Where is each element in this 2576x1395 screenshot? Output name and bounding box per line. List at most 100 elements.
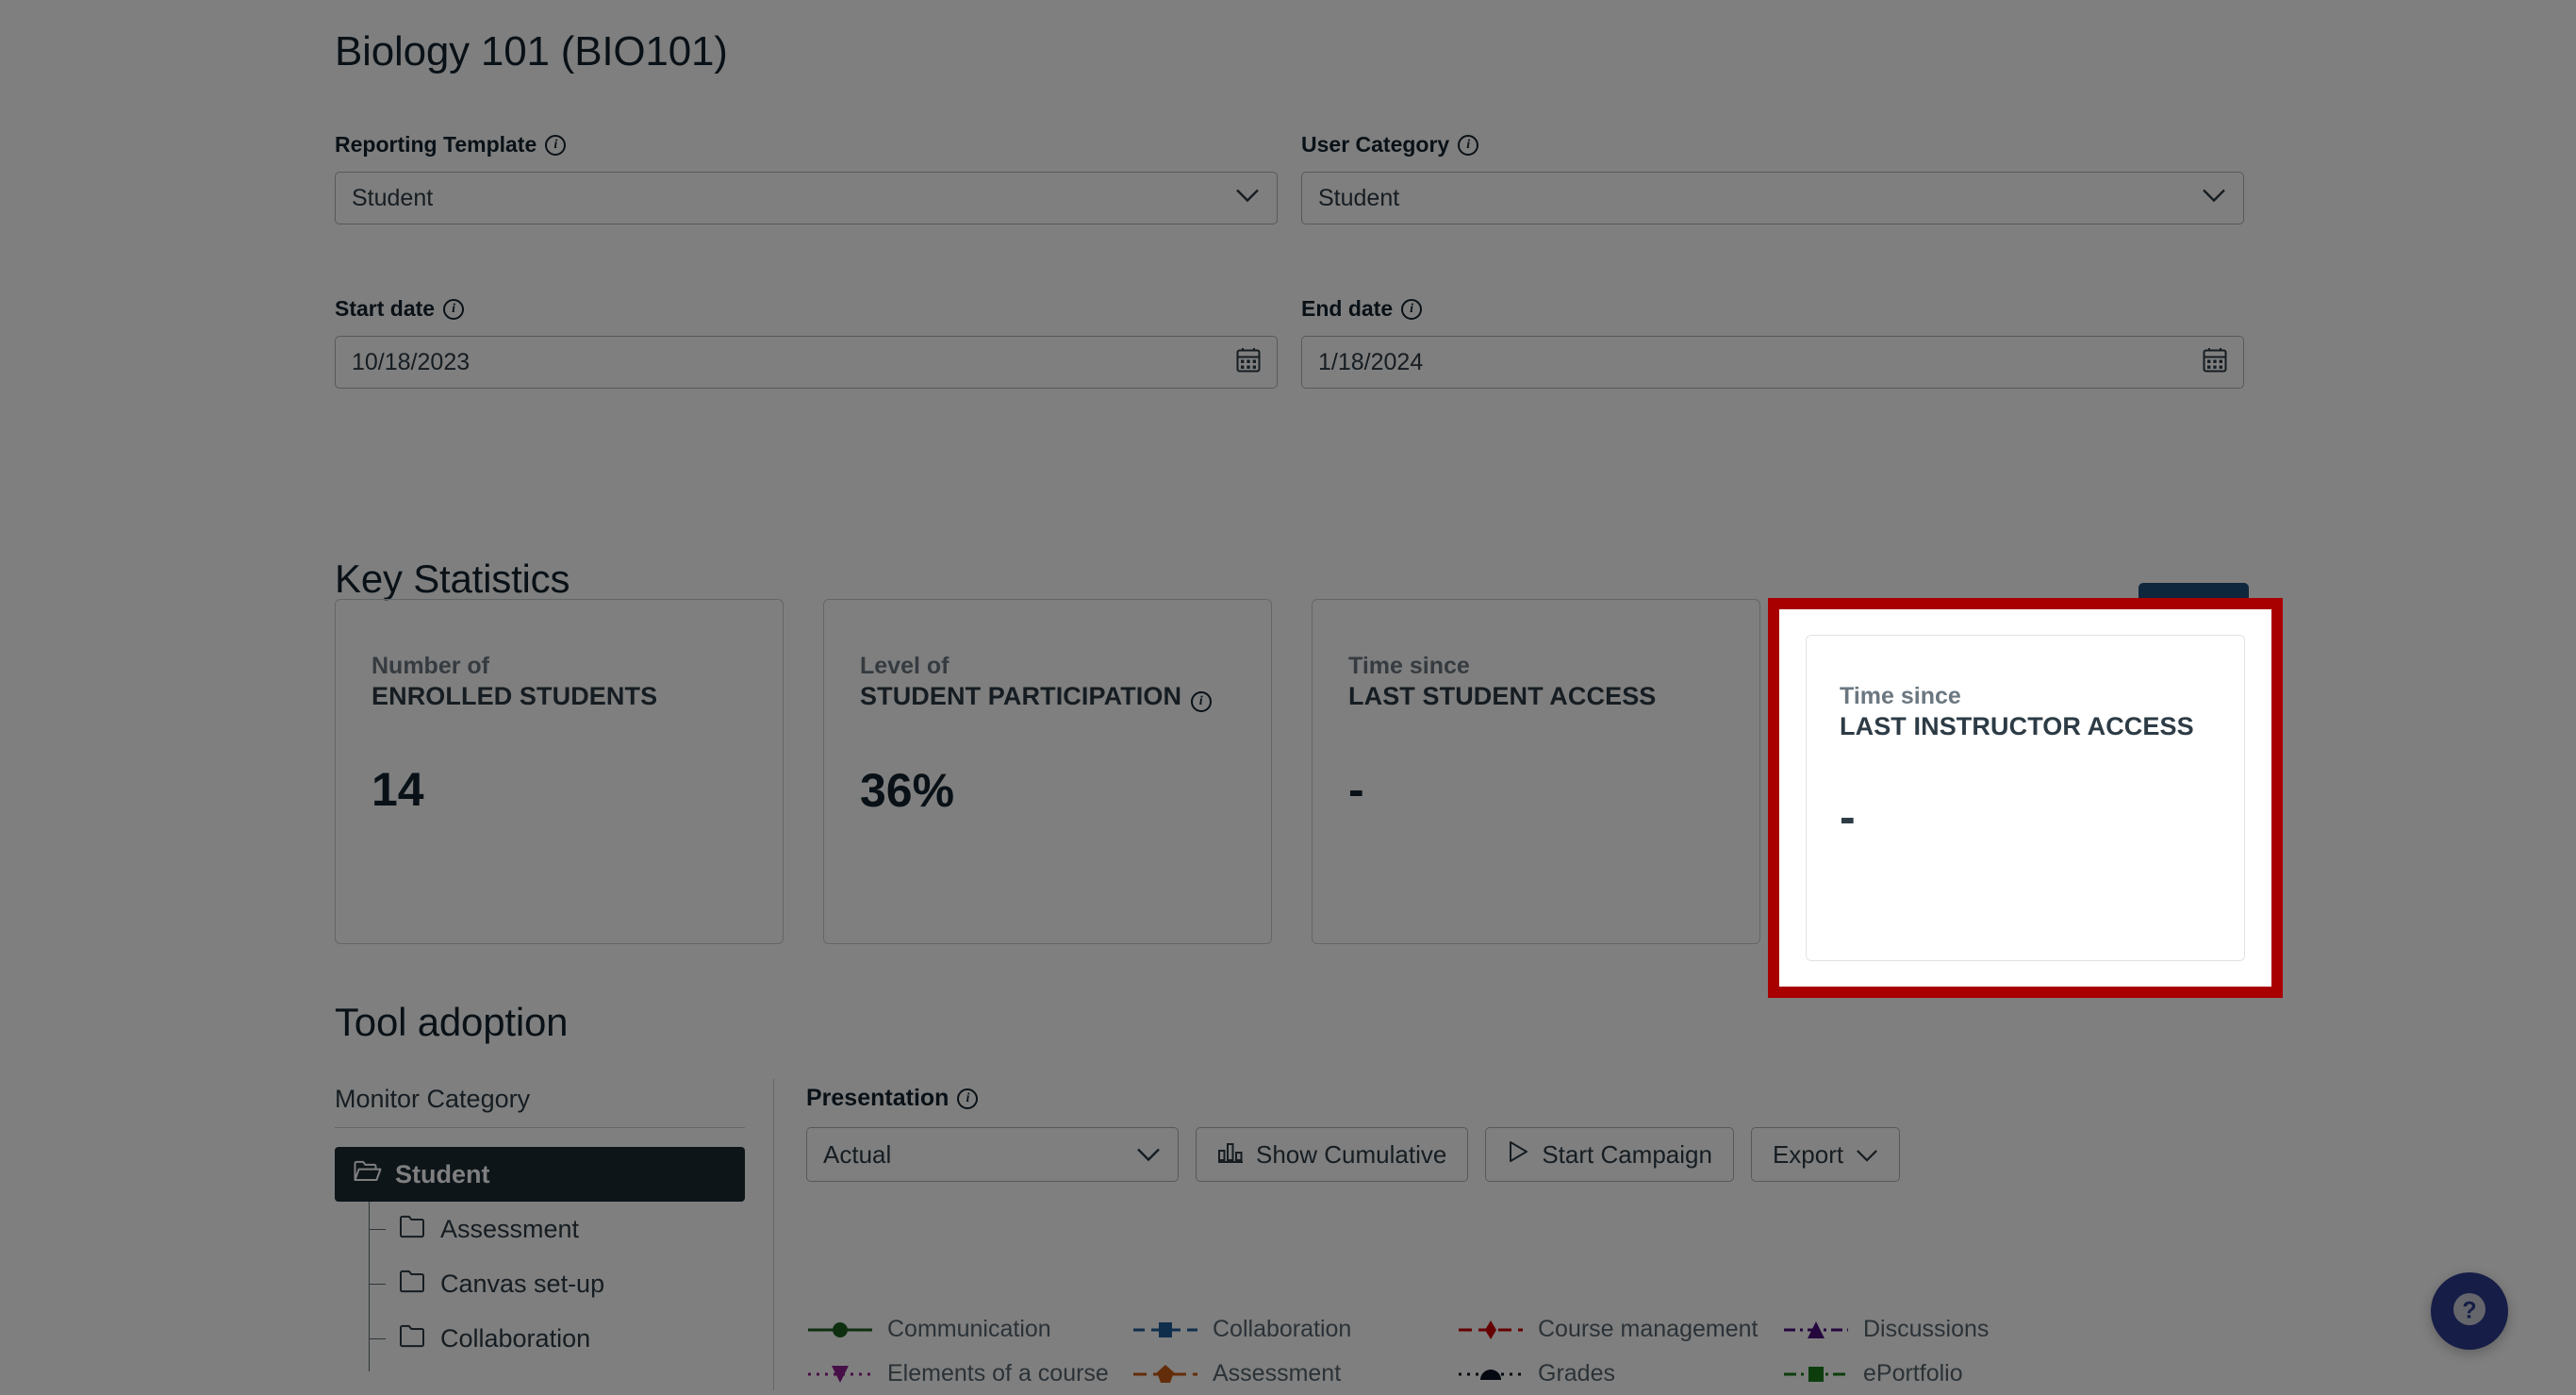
info-icon[interactable]: i bbox=[443, 298, 465, 320]
divider bbox=[335, 1127, 745, 1128]
tool-adoption-heading: Tool adoption bbox=[335, 1000, 569, 1044]
show-cumulative-label: Show Cumulative bbox=[1256, 1139, 1447, 1169]
presentation-label: Presentation i bbox=[806, 1085, 2249, 1112]
legend-item[interactable]: Communication bbox=[806, 1307, 1131, 1352]
calendar-icon[interactable] bbox=[2203, 347, 2227, 378]
chevron-down-icon bbox=[1235, 189, 1260, 208]
user-category-label-text: User Category bbox=[1301, 132, 1450, 157]
tree-item-collaboration[interactable]: Collaboration bbox=[335, 1311, 745, 1366]
stat-card-last-student-access[interactable]: Time since LAST STUDENT ACCESS - bbox=[1312, 599, 1760, 944]
legend-label: ePortfolio bbox=[1863, 1360, 1963, 1387]
legend-label: Collaboration bbox=[1213, 1316, 1352, 1342]
reporting-template-label: Reporting Template i bbox=[335, 132, 1278, 158]
play-icon bbox=[1507, 1139, 1529, 1171]
start-date-label-text: Start date bbox=[335, 296, 436, 321]
legend-marker-assessment bbox=[1131, 1363, 1199, 1386]
folder-icon bbox=[399, 1323, 427, 1354]
monitor-category-tree: Student Assessment Canvas set-up Collabo… bbox=[335, 1147, 745, 1371]
info-icon[interactable]: i bbox=[1458, 134, 1479, 156]
stat-card-student-participation[interactable]: Level of STUDENT PARTICIPATION i 36% bbox=[823, 599, 1272, 944]
start-date-value: 10/18/2023 bbox=[352, 348, 471, 375]
legend-item[interactable]: Elements of a course bbox=[806, 1352, 1131, 1395]
chevron-down-icon bbox=[1856, 1140, 1878, 1170]
legend-item[interactable]: Collaboration bbox=[1131, 1307, 1457, 1352]
info-icon[interactable]: i bbox=[1401, 298, 1423, 320]
stat-card-subtitle: Level of bbox=[860, 653, 949, 679]
info-icon[interactable]: i bbox=[1190, 690, 1212, 712]
tree-item-label: Canvas set-up bbox=[440, 1269, 605, 1298]
stat-card-title: STUDENT PARTICIPATION i bbox=[860, 681, 1235, 712]
folder-icon bbox=[399, 1269, 427, 1300]
reporting-template-select[interactable]: Student bbox=[335, 172, 1278, 224]
vertical-divider bbox=[773, 1079, 774, 1390]
user-category-value: Student bbox=[1318, 184, 1400, 211]
legend-marker-discussions bbox=[1782, 1319, 1850, 1341]
info-icon[interactable]: i bbox=[957, 1088, 979, 1109]
stat-card-enrolled-students[interactable]: Number of ENROLLED STUDENTS 14 bbox=[335, 599, 784, 944]
end-date-input[interactable]: 1/18/2024 bbox=[1301, 336, 2244, 389]
presentation-panel: Presentation i Actual Show Cumulative St… bbox=[806, 1085, 2249, 1182]
legend-item[interactable]: Grades bbox=[1457, 1352, 1782, 1395]
user-category-label: User Category i bbox=[1301, 132, 2244, 158]
legend-marker-elements-of-a-course bbox=[806, 1363, 874, 1386]
end-date-field: End date i 1/18/2024 bbox=[1301, 296, 2244, 389]
info-icon[interactable]: i bbox=[545, 134, 567, 156]
stat-card-title: ENROLLED STUDENTS bbox=[372, 681, 658, 710]
end-date-label-text: End date bbox=[1301, 296, 1394, 321]
tree-item-student[interactable]: Student bbox=[335, 1147, 745, 1202]
stat-card-value: - bbox=[1840, 790, 1856, 844]
export-button[interactable]: Export bbox=[1750, 1127, 1901, 1182]
stat-card-title: LAST STUDENT ACCESS bbox=[1348, 681, 1657, 710]
export-label: Export bbox=[1772, 1139, 1844, 1169]
svg-text:?: ? bbox=[2462, 1297, 2476, 1323]
chevron-down-icon bbox=[2202, 189, 2226, 208]
tree-item-label: Student bbox=[395, 1159, 490, 1188]
key-statistics-heading: Key Statistics bbox=[335, 556, 570, 601]
question-mark-icon: ? bbox=[2449, 1288, 2490, 1335]
bar-chart-icon bbox=[1217, 1139, 1244, 1171]
stat-card-last-instructor-access[interactable]: Time since LAST INSTRUCTOR ACCESS - bbox=[1806, 635, 2245, 961]
legend-label: Discussions bbox=[1863, 1316, 1990, 1342]
folder-icon bbox=[399, 1214, 427, 1245]
legend-item[interactable]: Discussions bbox=[1782, 1307, 2107, 1352]
chart-legend: Communication Collaboration Course manag… bbox=[806, 1307, 2221, 1395]
chevron-down-icon bbox=[1136, 1140, 1161, 1170]
stat-card-subtitle: Time since bbox=[1348, 653, 1470, 679]
start-campaign-label: Start Campaign bbox=[1542, 1139, 1712, 1169]
stat-card-subtitle: Number of bbox=[372, 653, 489, 679]
calendar-icon[interactable] bbox=[1236, 347, 1261, 378]
show-cumulative-button[interactable]: Show Cumulative bbox=[1196, 1127, 1469, 1182]
legend-item[interactable]: Course management bbox=[1457, 1307, 1782, 1352]
legend-item[interactable]: ePortfolio bbox=[1782, 1352, 2107, 1395]
start-campaign-button[interactable]: Start Campaign bbox=[1485, 1127, 1734, 1182]
legend-item[interactable]: Assessment bbox=[1131, 1352, 1457, 1395]
stat-card-title: LAST INSTRUCTOR ACCESS bbox=[1840, 711, 2194, 740]
start-date-input[interactable]: 10/18/2023 bbox=[335, 336, 1278, 389]
presentation-label-text: Presentation bbox=[806, 1085, 949, 1111]
stat-card-value: - bbox=[1348, 763, 1364, 817]
legend-label: Course management bbox=[1538, 1316, 1759, 1342]
legend-marker-grades bbox=[1457, 1363, 1525, 1386]
presentation-toolbar: Actual Show Cumulative Start Campaign Ex… bbox=[806, 1127, 2249, 1182]
reporting-template-value: Student bbox=[352, 184, 434, 211]
monitor-category-panel: Monitor Category Student Assessment Canv… bbox=[335, 1085, 745, 1371]
tree-item-label: Assessment bbox=[440, 1214, 580, 1243]
stat-card-value: 36% bbox=[860, 763, 955, 817]
user-category-select[interactable]: Student bbox=[1301, 172, 2244, 224]
end-date-value: 1/18/2024 bbox=[1318, 348, 1424, 375]
presentation-select[interactable]: Actual bbox=[806, 1127, 1179, 1182]
folder-open-icon bbox=[354, 1159, 382, 1190]
app-page: Biology 101 (BIO101) Reporting Template … bbox=[0, 0, 2576, 1395]
legend-marker-communication bbox=[806, 1319, 874, 1341]
legend-label: Communication bbox=[887, 1316, 1051, 1342]
start-date-label: Start date i bbox=[335, 296, 1278, 322]
tree-item-assessment[interactable]: Assessment bbox=[335, 1202, 745, 1256]
stat-card-subtitle: Time since bbox=[1840, 683, 1961, 709]
help-button[interactable]: ? bbox=[2431, 1272, 2508, 1350]
reporting-template-field: Reporting Template i Student bbox=[335, 132, 1278, 224]
tree-item-canvas-set-up[interactable]: Canvas set-up bbox=[335, 1256, 745, 1311]
legend-label: Grades bbox=[1538, 1360, 1615, 1387]
presentation-value: Actual bbox=[823, 1139, 892, 1169]
monitor-category-label: Monitor Category bbox=[335, 1085, 531, 1113]
end-date-label: End date i bbox=[1301, 296, 2244, 322]
